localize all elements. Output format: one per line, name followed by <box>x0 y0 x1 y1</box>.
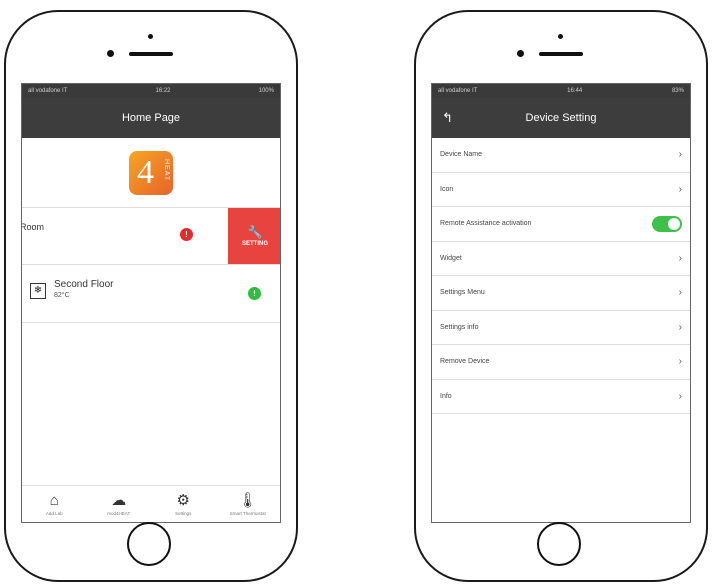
menu-item-label: Info <box>440 392 452 400</box>
navigation-bar: Home Page <box>22 98 280 138</box>
device-row[interactable]: ❄ Second Floor 82°C ! <box>22 265 280 323</box>
logo-number: 4 <box>137 153 154 191</box>
toggle-knob <box>668 217 680 230</box>
battery-label: 100% <box>258 88 274 94</box>
device-name: Second Floor <box>54 279 114 290</box>
device-setting-screen: all vodafone IT 16:44 83% ↰ Device Setti… <box>431 83 691 523</box>
tab-bar: ⌂ Add Lab ☁ mod4HEAT ⚙ Settings 🌡 Smart … <box>22 485 280 522</box>
front-camera <box>107 50 114 57</box>
logo-subtext: HEAT <box>163 158 170 181</box>
battery-label: 83% <box>671 88 684 94</box>
proximity-sensor <box>148 34 153 39</box>
thermostat-icon: 🌡 <box>238 492 258 509</box>
home-page-screen: all vodafone IT 16:22 100% Home Page 4 H… <box>21 83 281 523</box>
menu-item-remove-device[interactable]: Remove Device › <box>432 345 690 380</box>
proximity-sensor <box>558 34 563 39</box>
menu-item-settings-menu[interactable]: Settings Menu › <box>432 276 690 311</box>
menu-item-label: Remove Device <box>440 358 490 366</box>
left-phone-frame: all vodafone IT 16:22 100% Home Page 4 H… <box>4 10 298 582</box>
remote-assistance-toggle[interactable] <box>652 215 682 232</box>
setting-button[interactable]: 🔧 SETTING <box>228 208 280 264</box>
logo-area: 4 HEAT <box>22 138 280 208</box>
app-logo: 4 HEAT <box>129 150 173 195</box>
tab-label: Settings <box>175 511 192 516</box>
fan-icon: ❄ <box>30 283 46 299</box>
room-label: Room <box>21 222 45 232</box>
alert-badge: ! <box>180 228 193 241</box>
room-row[interactable]: Room ! 🔧 SETTING <box>22 208 280 265</box>
tab-label: mod4HEAT <box>107 511 131 516</box>
status-bar: all vodafone IT 16:44 83% <box>432 84 690 98</box>
tab-smart-thermostat[interactable]: 🌡 Smart Thermostat <box>218 492 278 516</box>
chevron-right-icon: › <box>678 390 682 402</box>
wrench-icon: 🔧 <box>247 225 263 239</box>
gear-icon: ⚙ <box>176 492 190 509</box>
menu-item-settings-info[interactable]: Settings info › <box>432 311 690 345</box>
page-title: Device Setting <box>525 112 597 124</box>
menu-item-label: Icon <box>440 185 454 193</box>
tab-mod4heat[interactable]: ☁ mod4HEAT <box>89 492 149 516</box>
chevron-right-icon: › <box>678 252 682 264</box>
menu-item-label: Settings Menu <box>440 289 485 297</box>
page-title: Home Page <box>121 112 181 124</box>
chevron-right-icon: › <box>678 356 682 368</box>
tab-label: Add Lab <box>45 511 63 516</box>
menu-item-widget[interactable]: Widget › <box>432 242 690 276</box>
cloud-icon: ☁ <box>111 492 127 509</box>
chevron-right-icon: › <box>678 183 682 195</box>
chevron-right-icon: › <box>678 321 682 333</box>
clock-label: 16:44 <box>567 88 583 94</box>
menu-item-info[interactable]: Info › <box>432 380 690 414</box>
chevron-right-icon: › <box>678 287 682 299</box>
earpiece-speaker <box>539 52 583 56</box>
menu-item-icon[interactable]: Icon › <box>432 173 690 207</box>
tab-add-lab[interactable]: ⌂ Add Lab <box>24 492 84 516</box>
menu-item-label: Settings info <box>440 323 479 331</box>
tab-label: Smart Thermostat <box>229 511 266 516</box>
home-add-icon: ⌂ <box>49 492 59 509</box>
earpiece-speaker <box>129 52 173 56</box>
status-bar: all vodafone IT 16:22 100% <box>22 84 280 98</box>
home-button[interactable] <box>537 522 581 566</box>
setting-button-label: SETTING <box>241 241 268 247</box>
navigation-bar: ↰ Device Setting <box>432 98 690 138</box>
back-arrow-icon[interactable]: ↰ <box>442 110 453 126</box>
menu-item-remote-assistance: Remote Assistance activation <box>432 207 690 242</box>
status-badge: ! <box>248 287 261 300</box>
carrier-label: all vodafone IT <box>28 88 68 94</box>
tab-settings[interactable]: ⚙ Settings <box>153 492 213 516</box>
menu-item-label: Device Name <box>440 151 483 159</box>
clock-label: 16:22 <box>155 88 171 94</box>
home-button[interactable] <box>127 522 171 566</box>
right-phone-frame: all vodafone IT 16:44 83% ↰ Device Setti… <box>414 10 708 582</box>
menu-item-device-name[interactable]: Device Name › <box>432 138 690 173</box>
menu-item-label: Remote Assistance activation <box>440 220 532 228</box>
front-camera <box>517 50 524 57</box>
device-temperature: 82°C <box>54 292 70 299</box>
carrier-label: all vodafone IT <box>438 88 478 94</box>
menu-item-label: Widget <box>440 254 462 262</box>
chevron-right-icon: › <box>678 149 682 161</box>
